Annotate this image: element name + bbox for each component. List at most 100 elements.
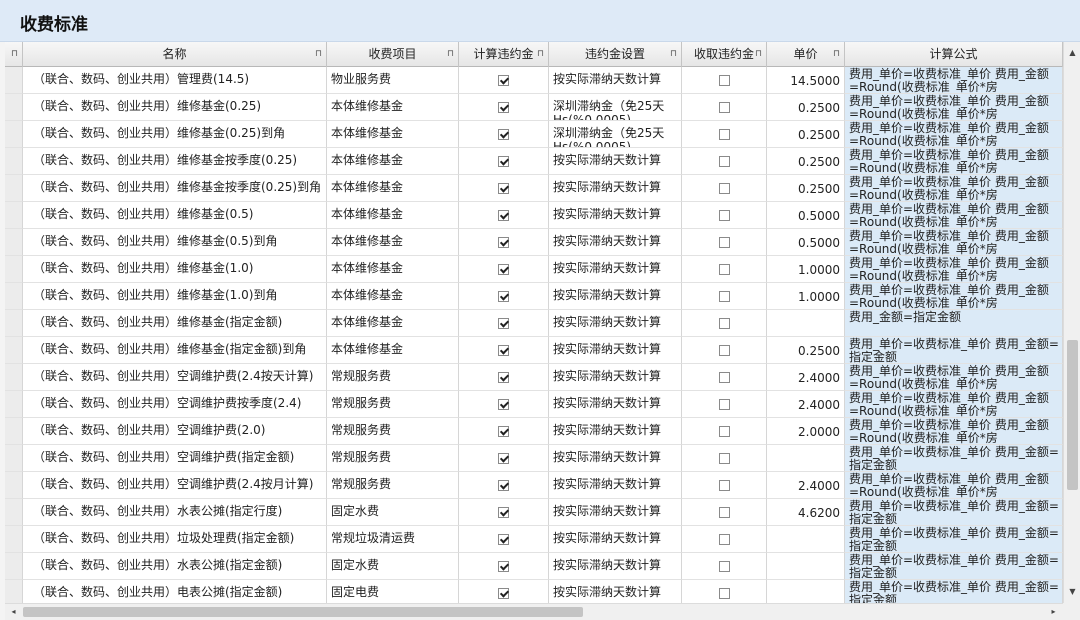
cell-formula[interactable]: 费用_金额=指定金额	[845, 310, 1063, 337]
cell-fee-item[interactable]: 本体维修基金	[327, 337, 459, 364]
cell-row-indicator[interactable]	[5, 499, 23, 526]
cell-penalty-setting[interactable]: 按实际滞纳天数计算	[549, 148, 682, 175]
collect-penalty-checkbox[interactable]	[718, 291, 730, 302]
collect-penalty-checkbox[interactable]	[718, 507, 730, 518]
cell-row-indicator[interactable]	[5, 202, 23, 229]
calc-penalty-checkbox[interactable]	[498, 561, 509, 572]
cell-fee-item[interactable]: 常规垃圾清运费	[327, 526, 459, 553]
cell-row-indicator[interactable]	[5, 175, 23, 202]
collect-penalty-checkbox[interactable]	[718, 426, 730, 437]
table-row[interactable]: （联合、数码、创业共用）维修基金(0.5)到角 本体维修基金 按实际滞纳天数计算 0.…	[5, 229, 1063, 256]
cell-unit-price[interactable]	[767, 580, 845, 603]
calc-penalty-checkbox[interactable]	[498, 210, 509, 221]
calc-penalty-checkbox[interactable]	[498, 156, 509, 167]
cell-fee-item[interactable]: 固定水费	[327, 553, 459, 580]
scroll-left-arrow-icon[interactable]: ◂	[5, 605, 22, 619]
cell-unit-price[interactable]: 1.0000	[767, 283, 845, 310]
collect-penalty-checkbox[interactable]	[718, 264, 730, 275]
cell-row-indicator[interactable]	[5, 526, 23, 553]
column-header-collect-penalty[interactable]: 收取违约金 ⊓	[682, 42, 767, 67]
cell-formula[interactable]: 费用_单价=收费标准_单价 费用_金额=Round(收费标准_单价*房	[845, 364, 1063, 391]
cell-formula[interactable]: 费用_单价=收费标准_单价 费用_金额=Round(收费标准_单价*房	[845, 256, 1063, 283]
pin-icon[interactable]: ⊓	[315, 42, 322, 66]
calc-penalty-checkbox[interactable]	[498, 318, 509, 329]
vertical-scroll-thumb[interactable]	[1067, 340, 1078, 490]
cell-formula[interactable]: 费用_单价=收费标准_单价 费用_金额=Round(收费标准_单价*房	[845, 94, 1063, 121]
column-header-formula[interactable]: 计算公式	[845, 42, 1063, 67]
column-header-name[interactable]: 名称 ⊓	[23, 42, 327, 67]
cell-unit-price[interactable]	[767, 445, 845, 472]
cell-formula[interactable]: 费用_单价=收费标准_单价 费用_金额=指定金额	[845, 526, 1063, 553]
table-row[interactable]: （联合、数码、创业共用）维修基金(0.25) 本体维修基金 深圳滞纳金（免25天 H…	[5, 94, 1063, 121]
cell-name[interactable]: （联合、数码、创业共用）维修基金(指定金额)到角	[23, 337, 327, 364]
cell-penalty-setting[interactable]: 按实际滞纳天数计算	[549, 499, 682, 526]
cell-row-indicator[interactable]	[5, 580, 23, 603]
cell-formula[interactable]: 费用_单价=收费标准_单价 费用_金额=Round(收费标准_单价*房	[845, 148, 1063, 175]
table-row[interactable]: （联合、数码、创业共用）空调维护费(2.4按月计算) 常规服务费 按实际滞纳天数计算…	[5, 472, 1063, 499]
cell-formula[interactable]: 费用_单价=收费标准_单价 费用_金额=Round(收费标准_单价*房	[845, 472, 1063, 499]
cell-row-indicator[interactable]	[5, 229, 23, 256]
pin-icon[interactable]: ⊓	[447, 42, 454, 66]
cell-penalty-setting[interactable]: 按实际滞纳天数计算	[549, 580, 682, 603]
scroll-up-arrow-icon[interactable]: ▲	[1064, 46, 1080, 60]
cell-penalty-setting[interactable]: 按实际滞纳天数计算	[549, 175, 682, 202]
scroll-down-arrow-icon[interactable]: ▼	[1064, 585, 1080, 599]
calc-penalty-checkbox[interactable]	[498, 237, 509, 248]
cell-row-indicator[interactable]	[5, 553, 23, 580]
cell-unit-price[interactable]: 0.2500	[767, 337, 845, 364]
cell-row-indicator[interactable]	[5, 256, 23, 283]
pin-icon[interactable]: ⊓	[537, 42, 544, 66]
calc-penalty-checkbox[interactable]	[498, 453, 509, 464]
cell-unit-price[interactable]: 2.4000	[767, 391, 845, 418]
cell-penalty-setting[interactable]: 按实际滞纳天数计算	[549, 553, 682, 580]
calc-penalty-checkbox[interactable]	[498, 480, 509, 491]
cell-name[interactable]: （联合、数码、创业共用）维修基金(0.5)	[23, 202, 327, 229]
cell-name[interactable]: （联合、数码、创业共用）维修基金(1.0)到角	[23, 283, 327, 310]
collect-penalty-checkbox[interactable]	[718, 318, 730, 329]
calc-penalty-checkbox[interactable]	[498, 291, 509, 302]
cell-unit-price[interactable]: 2.4000	[767, 472, 845, 499]
table-row[interactable]: （联合、数码、创业共用）水表公摊(指定行度) 固定水费 按实际滞纳天数计算 4.620…	[5, 499, 1063, 526]
cell-fee-item[interactable]: 固定电费	[327, 580, 459, 603]
cell-formula[interactable]: 费用_单价=收费标准_单价 费用_金额=指定金额	[845, 499, 1063, 526]
calc-penalty-checkbox[interactable]	[498, 534, 509, 545]
cell-unit-price[interactable]	[767, 526, 845, 553]
cell-fee-item[interactable]: 物业服务费	[327, 67, 459, 94]
cell-penalty-setting[interactable]: 按实际滞纳天数计算	[549, 391, 682, 418]
collect-penalty-checkbox[interactable]	[718, 129, 730, 140]
calc-penalty-checkbox[interactable]	[498, 129, 509, 140]
cell-formula[interactable]: 费用_单价=收费标准_单价 费用_金额=Round(收费标准_单价*房	[845, 391, 1063, 418]
calc-penalty-checkbox[interactable]	[498, 264, 509, 275]
table-row[interactable]: （联合、数码、创业共用）空调维护费(2.0) 常规服务费 按实际滞纳天数计算 2.00…	[5, 418, 1063, 445]
vertical-scrollbar[interactable]: ▲ ▼	[1063, 42, 1080, 603]
cell-fee-item[interactable]: 常规服务费	[327, 445, 459, 472]
cell-fee-item[interactable]: 常规服务费	[327, 364, 459, 391]
collect-penalty-checkbox[interactable]	[718, 561, 730, 572]
horizontal-scrollbar[interactable]: ◂ ▸	[5, 603, 1063, 620]
cell-name[interactable]: （联合、数码、创业共用）管理费(14.5)	[23, 67, 327, 94]
pin-icon[interactable]: ⊓	[755, 42, 762, 66]
cell-name[interactable]: （联合、数码、创业共用）水表公摊(指定行度)	[23, 499, 327, 526]
cell-unit-price[interactable]: 1.0000	[767, 256, 845, 283]
horizontal-scroll-thumb[interactable]	[23, 607, 583, 617]
calc-penalty-checkbox[interactable]	[498, 399, 509, 410]
cell-formula[interactable]: 费用_单价=收费标准_单价 费用_金额=指定金额	[845, 553, 1063, 580]
calc-penalty-checkbox[interactable]	[498, 102, 509, 113]
cell-row-indicator[interactable]	[5, 67, 23, 94]
cell-name[interactable]: （联合、数码、创业共用）维修基金(0.25)	[23, 94, 327, 121]
cell-row-indicator[interactable]	[5, 148, 23, 175]
cell-formula[interactable]: 费用_单价=收费标准_单价 费用_金额=Round(收费标准_单价*房	[845, 121, 1063, 148]
cell-penalty-setting[interactable]: 按实际滞纳天数计算	[549, 472, 682, 499]
cell-unit-price[interactable]: 2.0000	[767, 418, 845, 445]
cell-formula[interactable]: 费用_单价=收费标准_单价 费用_金额=指定金额	[845, 445, 1063, 472]
collect-penalty-checkbox[interactable]	[718, 345, 730, 356]
cell-fee-item[interactable]: 固定水费	[327, 499, 459, 526]
cell-penalty-setting[interactable]: 按实际滞纳天数计算	[549, 67, 682, 94]
cell-row-indicator[interactable]	[5, 94, 23, 121]
cell-row-indicator[interactable]	[5, 364, 23, 391]
cell-penalty-setting[interactable]: 按实际滞纳天数计算	[549, 445, 682, 472]
cell-penalty-setting[interactable]: 深圳滞纳金（免25天 Hs(%0.0005)	[549, 121, 682, 148]
pin-icon[interactable]: ⊓	[833, 42, 840, 66]
table-row[interactable]: （联合、数码、创业共用）维修基金(指定金额)到角 本体维修基金 按实际滞纳天数计算 0…	[5, 337, 1063, 364]
table-row[interactable]: （联合、数码、创业共用）空调维护费(指定金额) 常规服务费 按实际滞纳天数计算 费用_…	[5, 445, 1063, 472]
